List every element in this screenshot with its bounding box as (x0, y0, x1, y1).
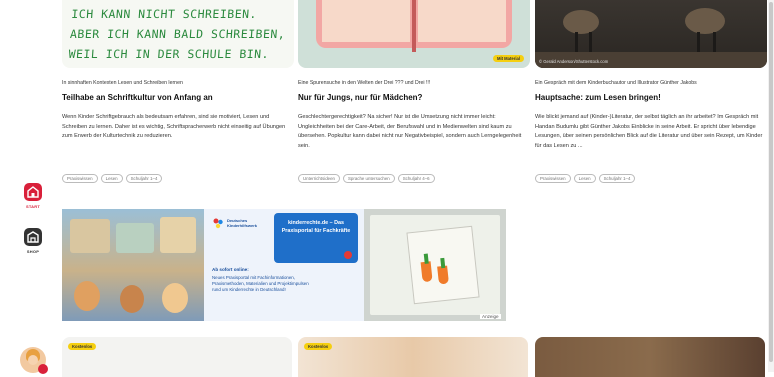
banner-headline-box: kinderrechte.de – Das Praxisportal für F… (274, 213, 358, 263)
home-icon (24, 183, 42, 201)
sidebar-item-shop[interactable]: SHOP (18, 228, 48, 254)
org-logo: Deutsches Kinderhilfswerk (212, 217, 263, 229)
banner-photo-drawing (364, 209, 506, 321)
tag[interactable]: Lesen (100, 174, 123, 183)
card-description: Wie blickt jemand auf (Kinder-)Literatur… (535, 114, 763, 149)
banner-photo-children (62, 209, 204, 321)
card-kicker: In sinnhaften Kontexten Lesen und Schrei… (62, 80, 183, 86)
tag[interactable]: Schuljahr 1–4 (125, 174, 163, 183)
article-card[interactable]: © Gerald Anderson/Shutterstock.com Ein G… (535, 0, 767, 183)
sidebar-item-label: SHOP (26, 249, 40, 254)
tag[interactable]: Unterrichtsideen (298, 174, 340, 183)
article-card[interactable]: Kostenlos (298, 337, 528, 377)
org-name: Deutsches Kinderhilfswerk (227, 218, 258, 228)
card-title[interactable]: Nur für Jungs, nur für Mädchen? (298, 93, 422, 102)
article-card[interactable]: Mit Material Eine Spurensuche in den Wel… (298, 0, 530, 183)
material-badge: Mit Material (492, 55, 524, 62)
ad-banner[interactable]: Deutsches Kinderhilfswerk kinderrechte.d… (62, 209, 506, 321)
article-card[interactable]: ICH KANN NICHT SCHREIBEN. ABER ICH KANN … (62, 0, 294, 183)
sidebar-item-label: START (25, 204, 41, 209)
play-icon[interactable] (344, 251, 352, 259)
card-description: Wenn Kinder Schriftgebrauch als bedeutsa… (62, 114, 286, 139)
handwritten-line: ABER ICH KANN BALD SCHREIBEN, (69, 27, 286, 41)
handwritten-line: WEIL ICH IN DER SCHULE BIN. (68, 47, 270, 61)
tag[interactable]: Praxiswissen (62, 174, 98, 183)
banner-promo: Deutsches Kinderhilfswerk kinderrechte.d… (204, 209, 364, 321)
tag[interactable]: Sprache untersuchen (342, 174, 395, 183)
card-image: Mit Material (298, 0, 530, 68)
free-badge: Kostenlos (68, 343, 97, 350)
card-image: ICH KANN NICHT SCHREIBEN. ABER ICH KANN … (62, 0, 294, 68)
card-image: © Gerald Anderson/Shutterstock.com (535, 0, 767, 68)
card-tags: Praxiswissen Lesen Schuljahr 1–4 (535, 174, 636, 183)
tag[interactable]: Schuljahr 1–4 (598, 174, 636, 183)
tag[interactable]: Lesen (573, 174, 596, 183)
banner-headline: kinderrechte.de – Das Praxisportal für F… (281, 220, 351, 234)
promo-text: Neues Praxisportal mit Fachinformationen… (212, 275, 309, 292)
card-kicker: Ein Gespräch mit dem Kinderbuchautor und… (535, 80, 697, 86)
card-tags: Praxiswissen Lesen Schuljahr 1–4 (62, 174, 163, 183)
tag[interactable]: Praxiswissen (535, 174, 571, 183)
card-description: Geschlechtergerechtigkeit? Na sicher! Nu… (298, 114, 522, 149)
promo-title: Ab sofort online: (212, 267, 249, 272)
free-badge: Kostenlos (304, 343, 333, 350)
article-card[interactable]: Kostenlos (62, 337, 292, 377)
image-credit: © Gerald Anderson/Shutterstock.com (539, 59, 609, 64)
article-card[interactable] (535, 337, 765, 377)
org-logo-icon (213, 218, 223, 229)
scrollbar-thumb[interactable] (769, 2, 773, 362)
card-title[interactable]: Teilhabe an Schriftkultur von Anfang an (62, 93, 213, 102)
card-kicker: Eine Spurensuche in den Welten der Drei … (298, 80, 431, 86)
notification-badge[interactable] (38, 364, 48, 374)
book-illustration (316, 0, 512, 56)
sidebar: START SHOP (0, 0, 60, 374)
card-title[interactable]: Hauptsache: zum Lesen bringen! (535, 93, 661, 102)
tag[interactable]: Schuljahr 4–6 (397, 174, 435, 183)
ad-label: Anzeige (480, 314, 501, 319)
shop-icon (24, 228, 42, 246)
card-tags: Unterrichtsideen Sprache untersuchen Sch… (298, 174, 435, 183)
handwritten-line: ICH KANN NICHT SCHREIBEN. (70, 7, 258, 21)
scrollbar[interactable] (768, 0, 774, 372)
sidebar-item-start[interactable]: START (18, 183, 48, 209)
chairs-photo (535, 0, 767, 68)
